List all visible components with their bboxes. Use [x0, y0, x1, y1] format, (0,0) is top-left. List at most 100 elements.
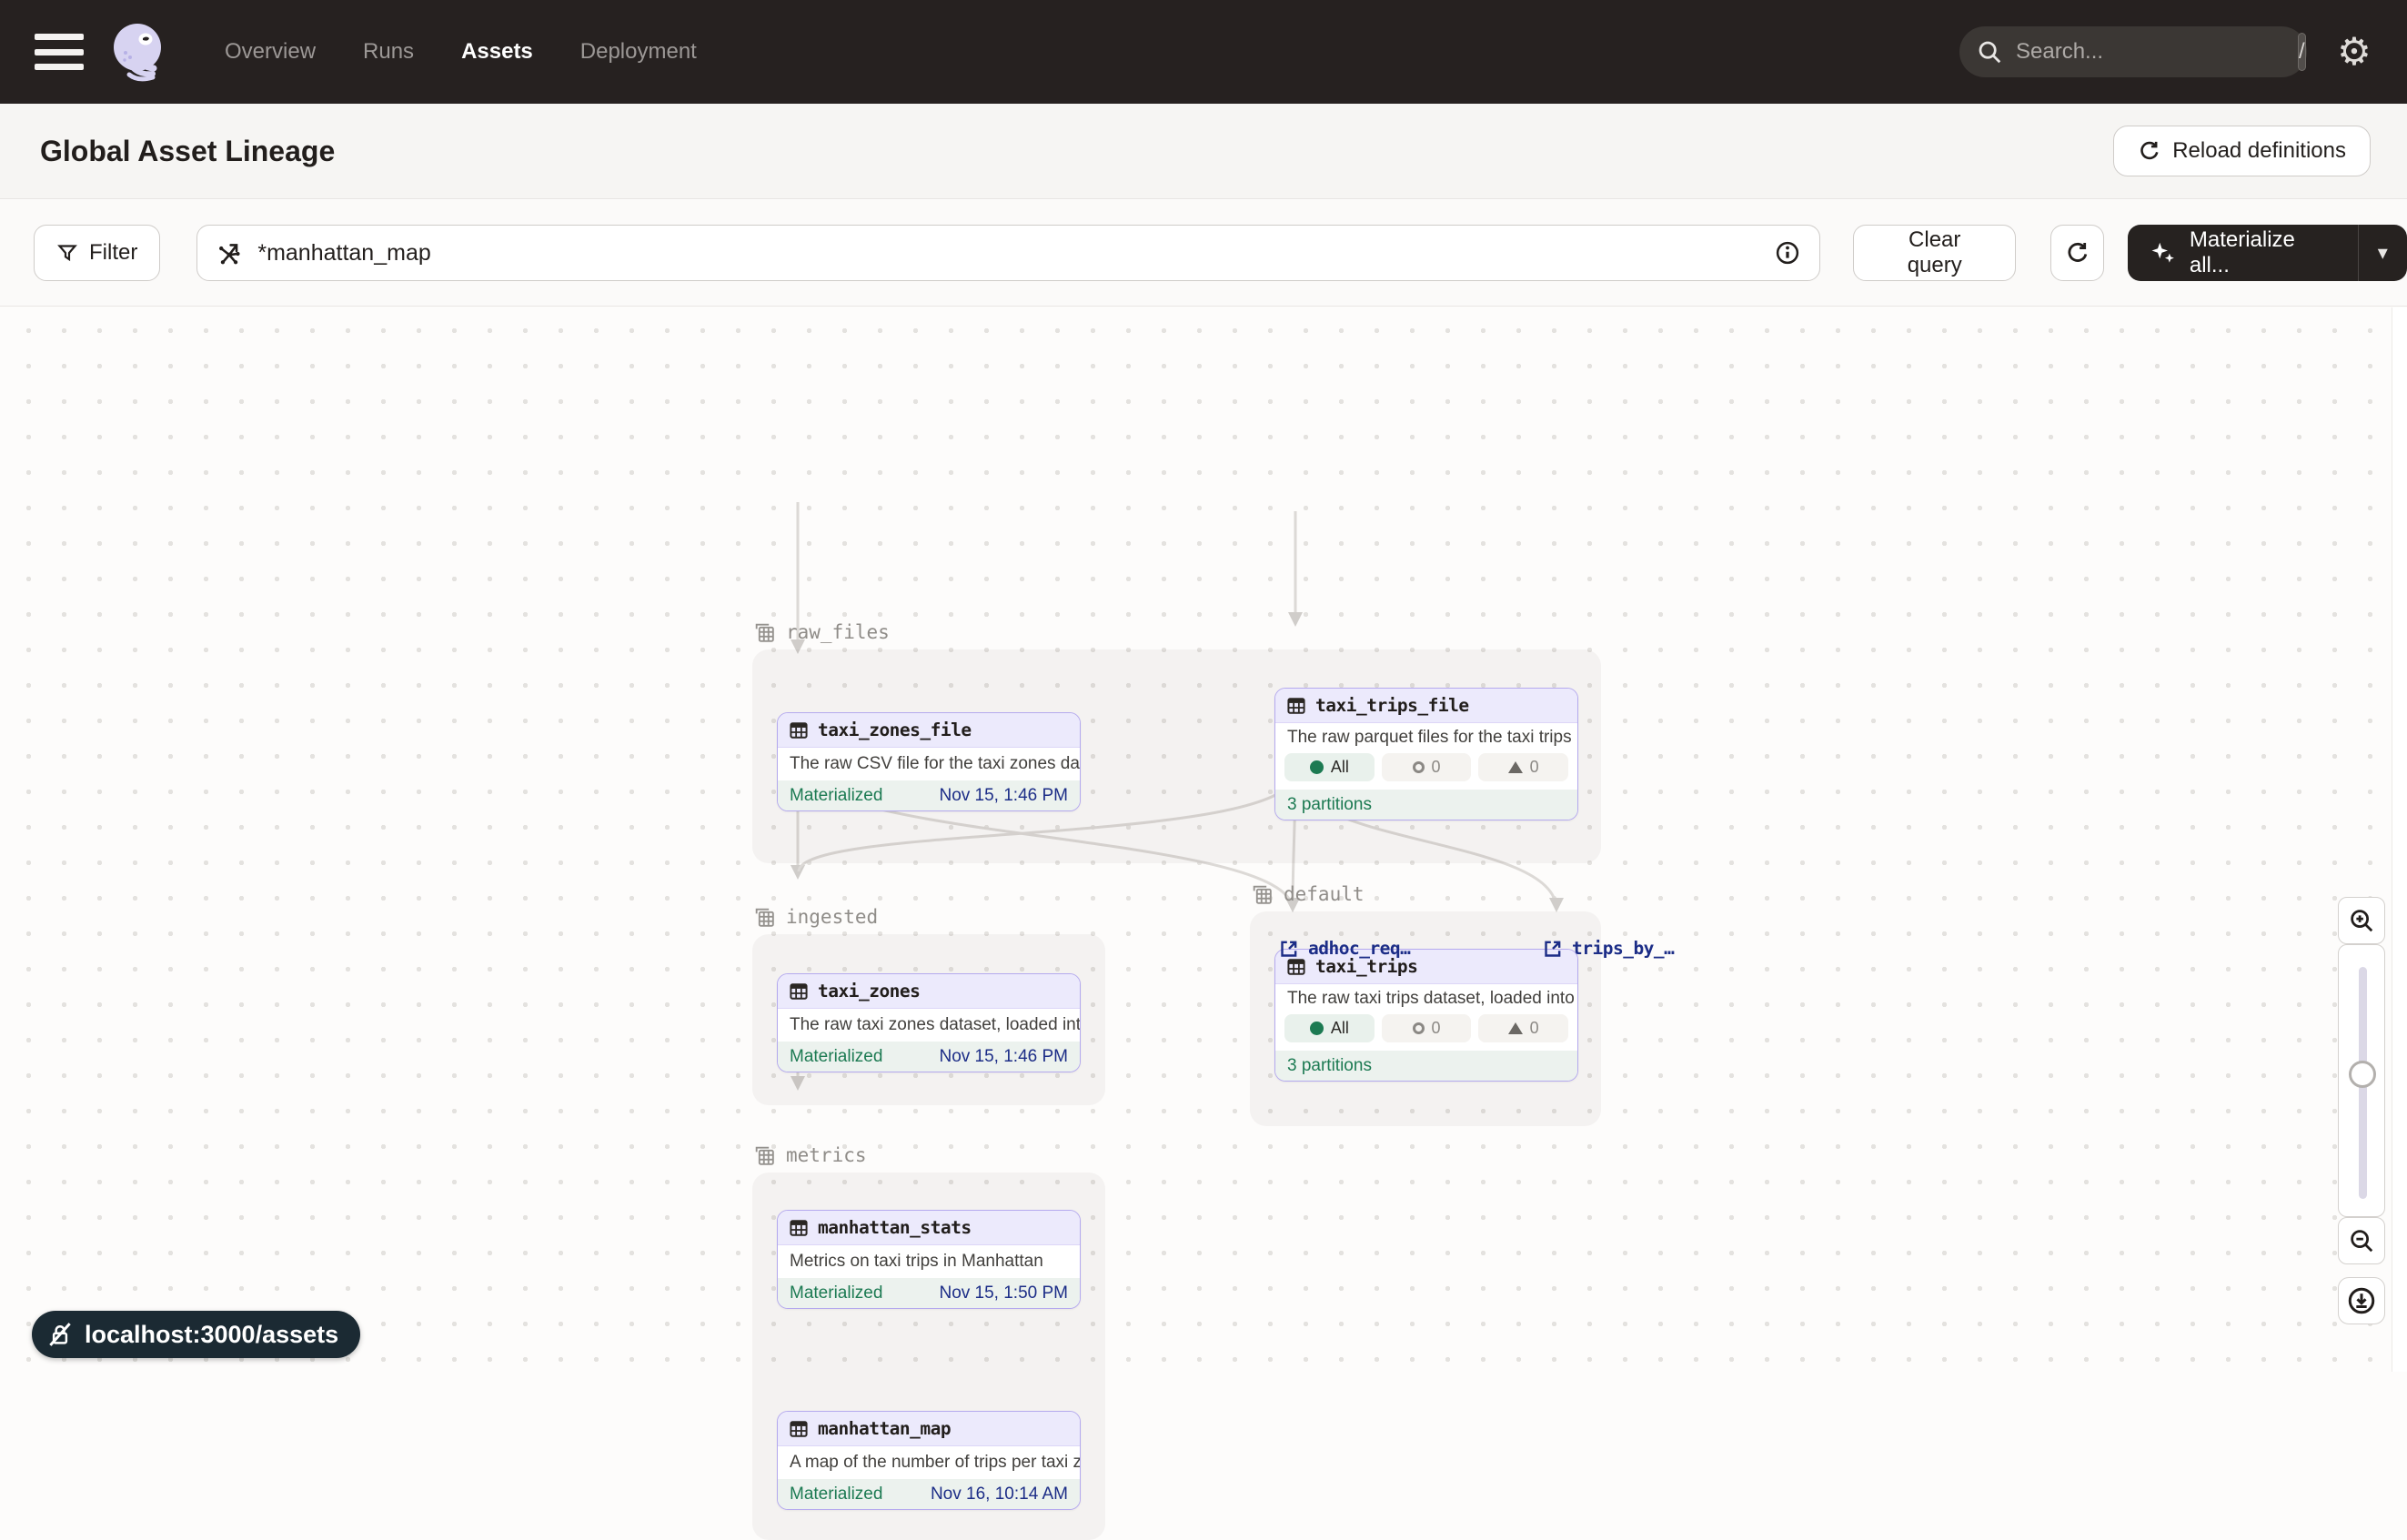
recenter-button[interactable] — [2338, 1277, 2385, 1324]
pill-label: All — [1331, 1019, 1349, 1038]
nav-item-runs[interactable]: Runs — [363, 39, 414, 65]
asset-name: taxi_trips — [1315, 956, 1417, 977]
table-icon — [789, 1218, 809, 1238]
external-link-icon — [1543, 939, 1563, 959]
pill-label: All — [1331, 758, 1349, 777]
filter-button-label: Filter — [89, 240, 137, 266]
zoom-in-icon — [2348, 907, 2375, 934]
materialized-dot-icon — [1310, 760, 1324, 774]
group-name: default — [1284, 883, 1365, 905]
zoom-out-button[interactable] — [2338, 1217, 2385, 1264]
table-icon — [1286, 957, 1306, 977]
asset-node-taxi-zones[interactable]: taxi_zones The raw taxi zones dataset, l… — [777, 973, 1081, 1072]
external-link-icon — [1279, 939, 1299, 959]
asset-node-taxi-trips-file[interactable]: taxi_trips_file The raw parquet files fo… — [1274, 688, 1578, 820]
asset-node-taxi-trips[interactable]: taxi_trips The raw taxi trips dataset, l… — [1274, 949, 1578, 1082]
external-asset-adhoc-req[interactable]: adhoc_req… — [1279, 938, 1410, 959]
missing-ring-icon — [1413, 761, 1425, 773]
materialization-timestamp: Nov 15, 1:46 PM — [939, 786, 1068, 806]
refresh-icon — [2065, 240, 2090, 266]
materialize-dropdown-caret[interactable]: ▾ — [2358, 225, 2407, 281]
zoom-slider-track[interactable] — [2359, 967, 2367, 1199]
asset-name: manhattan_map — [818, 1418, 951, 1439]
table-icon — [1286, 696, 1306, 716]
asset-description: The raw taxi zones dataset, loaded int..… — [778, 1009, 1080, 1042]
asset-node-taxi-zones-file[interactable]: taxi_zones_file The raw CSV file for the… — [777, 712, 1081, 811]
group-name: raw_files — [786, 621, 890, 643]
lineage-toolbar: Filter Clear query — [0, 200, 2407, 307]
settings-gear-icon[interactable]: ⚙ — [2327, 0, 2382, 104]
pill-label: 0 — [1530, 1019, 1539, 1038]
table-icon — [789, 720, 809, 740]
zoom-controls — [2338, 897, 2385, 1370]
group-label-raw-files[interactable]: raw_files — [752, 619, 890, 646]
url-text: localhost:3000/assets — [85, 1321, 338, 1349]
filter-button[interactable]: Filter — [34, 225, 160, 281]
partitions-materialized-pill[interactable]: All — [1284, 1014, 1375, 1042]
asset-description: The raw parquet files for the taxi trips… — [1275, 723, 1577, 751]
asset-selection-input-wrap — [196, 225, 1820, 281]
reload-definitions-button[interactable]: Reload definitions — [2113, 126, 2371, 176]
info-icon[interactable] — [1774, 239, 1801, 267]
status-badge: Materialized — [790, 1485, 882, 1505]
clear-query-button[interactable]: Clear query — [1853, 225, 2016, 281]
partitions-materialized-pill[interactable]: All — [1284, 753, 1375, 781]
page-title: Global Asset Lineage — [40, 135, 335, 168]
zoom-slider[interactable] — [2338, 944, 2385, 1217]
missing-ring-icon — [1413, 1022, 1425, 1034]
lineage-canvas[interactable]: raw_files ingested default metrics — [0, 307, 2407, 1372]
pill-label: 0 — [1432, 758, 1441, 777]
failed-triangle-icon — [1508, 761, 1523, 773]
search-box[interactable]: / — [1959, 26, 2307, 77]
asset-name: taxi_zones_file — [818, 720, 972, 740]
group-label-default[interactable]: default — [1250, 881, 1365, 908]
status-badge: Materialized — [790, 1047, 882, 1067]
materialization-timestamp: Nov 15, 1:50 PM — [939, 1283, 1068, 1303]
asset-name: taxi_trips_file — [1315, 695, 1469, 716]
asset-node-manhattan-map[interactable]: manhattan_map A map of the number of tri… — [777, 1411, 1081, 1510]
asset-description: The raw taxi trips dataset, loaded into … — [1275, 984, 1577, 1012]
refresh-icon — [2138, 139, 2161, 163]
materialize-all-button[interactable]: Materialize all... — [2128, 225, 2358, 281]
nav-item-assets[interactable]: Assets — [461, 39, 533, 65]
nav-item-deployment[interactable]: Deployment — [580, 39, 697, 65]
status-badge: Materialized — [790, 1283, 882, 1303]
op-selector-icon — [216, 239, 243, 267]
primary-nav: Overview Runs Assets Deployment — [225, 39, 697, 65]
group-label-metrics[interactable]: metrics — [752, 1142, 867, 1169]
nav-item-overview[interactable]: Overview — [225, 39, 316, 65]
partitions-count: 3 partitions — [1287, 1056, 1372, 1076]
menu-icon[interactable] — [35, 34, 84, 70]
zoom-out-icon — [2348, 1227, 2375, 1254]
zoom-slider-handle[interactable] — [2349, 1061, 2376, 1088]
status-badge: Materialized — [790, 786, 882, 806]
external-asset-trips-by[interactable]: trips_by_… — [1543, 938, 1674, 959]
funnel-icon — [56, 242, 78, 264]
partitions-count: 3 partitions — [1287, 795, 1372, 815]
browser-url-chip: localhost:3000/assets — [32, 1311, 360, 1358]
materialize-all-label: Materialize all... — [2190, 227, 2336, 278]
pill-label: 0 — [1530, 758, 1539, 777]
asset-selection-input[interactable] — [257, 240, 1774, 267]
refresh-graph-button[interactable] — [2050, 225, 2104, 281]
partitions-missing-pill[interactable]: 0 — [1382, 1014, 1472, 1042]
search-icon — [1976, 38, 2003, 65]
scrollbar-track[interactable] — [2392, 307, 2407, 1372]
download-circle-icon — [2346, 1285, 2377, 1316]
search-shortcut-badge: / — [2298, 33, 2306, 71]
asset-node-manhattan-stats[interactable]: manhattan_stats Metrics on taxi trips in… — [777, 1210, 1081, 1309]
asset-name: taxi_zones — [818, 981, 920, 1002]
partitions-missing-pill[interactable]: 0 — [1382, 753, 1472, 781]
clear-query-label: Clear query — [1879, 227, 1989, 278]
search-input[interactable] — [2016, 39, 2298, 65]
group-label-ingested[interactable]: ingested — [752, 903, 878, 931]
partitions-failed-pill[interactable]: 0 — [1478, 753, 1568, 781]
materialization-timestamp: Nov 15, 1:46 PM — [939, 1047, 1068, 1067]
asset-name: manhattan_stats — [818, 1217, 972, 1238]
pill-label: 0 — [1432, 1019, 1441, 1038]
partitions-failed-pill[interactable]: 0 — [1478, 1014, 1568, 1042]
materialization-timestamp: Nov 16, 10:14 AM — [931, 1485, 1068, 1505]
table-icon — [789, 1419, 809, 1439]
group-name: metrics — [786, 1144, 867, 1166]
zoom-in-button[interactable] — [2338, 897, 2385, 944]
